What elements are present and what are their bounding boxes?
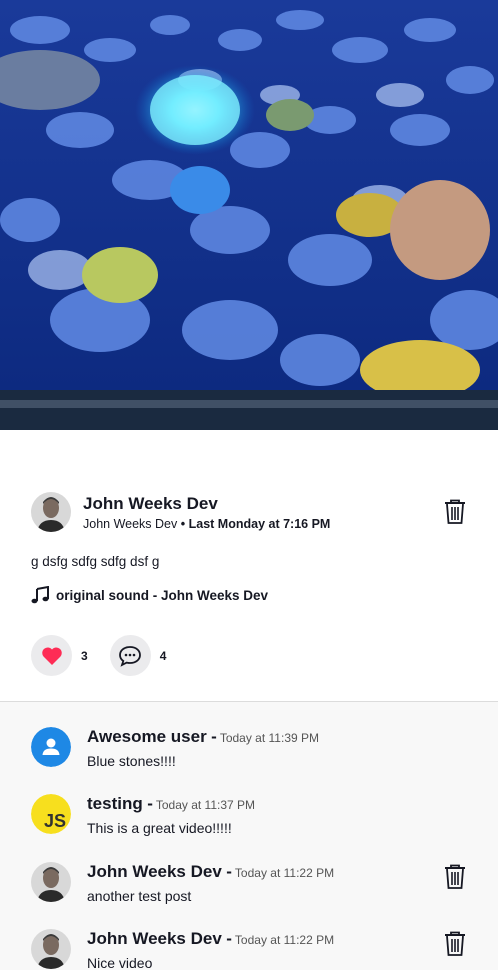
delete-comment-button[interactable] bbox=[444, 864, 466, 890]
comment-item: John Weeks Dev - Today at 11:22 PM Nice v… bbox=[31, 929, 498, 979]
comment-author[interactable]: John Weeks Dev bbox=[87, 862, 222, 881]
delete-post-button[interactable] bbox=[444, 499, 466, 525]
js-logo-avatar[interactable]: JS bbox=[31, 794, 71, 834]
comment-count: 4 bbox=[159, 648, 167, 663]
comment-time: Today at 11:22 PM bbox=[234, 933, 335, 947]
trash-icon bbox=[445, 499, 465, 524]
sound-link[interactable]: original sound - John Weeks Dev bbox=[31, 586, 470, 604]
comments-section: Awesome user - Today at 11:39 PM Blue sto… bbox=[0, 701, 498, 971]
comment-time: Today at 11:37 PM bbox=[155, 798, 256, 812]
post-time: Last Monday at 7:16 PM bbox=[188, 516, 331, 531]
comment-bubble-icon bbox=[119, 645, 142, 667]
comment-text: another test post bbox=[87, 888, 192, 904]
comment-dash: - bbox=[226, 862, 232, 881]
post-caption: g dsfg sdfg sdfg dsf g bbox=[31, 554, 160, 569]
trash-icon bbox=[445, 864, 465, 889]
user-icon bbox=[31, 727, 71, 767]
music-note-icon bbox=[31, 586, 49, 604]
comment-text: This is a great video!!!!! bbox=[87, 820, 232, 836]
author-handle: John Weeks Dev bbox=[83, 516, 178, 531]
comment-time: Today at 11:39 PM bbox=[219, 731, 319, 745]
comment-dash: - bbox=[147, 794, 153, 813]
heart-icon bbox=[41, 646, 62, 665]
author-avatar[interactable] bbox=[31, 492, 71, 532]
comment-dash: - bbox=[226, 929, 232, 948]
author-row: John Weeks Dev John Weeks Dev • Last Mon… bbox=[31, 492, 470, 532]
svg-text:JS: JS bbox=[44, 811, 66, 831]
comment-item: Awesome user - Today at 11:39 PM Blue sto… bbox=[31, 727, 498, 777]
comment-text: Blue stones!!!! bbox=[87, 753, 176, 769]
like-button[interactable] bbox=[31, 635, 72, 676]
js-logo-icon: JS bbox=[31, 794, 71, 834]
post-info: John Weeks Dev John Weeks Dev • Last Mon… bbox=[0, 492, 498, 676]
separator-dot: • bbox=[180, 516, 186, 531]
author-name[interactable]: John Weeks Dev bbox=[83, 494, 330, 514]
like-count: 3 bbox=[81, 648, 88, 663]
comment-avatar[interactable] bbox=[31, 862, 71, 902]
comment-author[interactable]: Awesome user bbox=[87, 727, 207, 746]
delete-comment-button[interactable] bbox=[444, 931, 466, 957]
default-user-avatar[interactable] bbox=[31, 727, 71, 767]
sound-label: original sound - John Weeks Dev bbox=[56, 587, 269, 603]
post-actions: 3 4 bbox=[31, 635, 470, 676]
video-frame bbox=[0, 0, 498, 430]
comment-item: John Weeks Dev - Today at 11:22 PM anothe… bbox=[31, 862, 498, 912]
comment-author[interactable]: John Weeks Dev bbox=[87, 929, 222, 948]
comment-avatar[interactable] bbox=[31, 929, 71, 969]
comment-time: Today at 11:22 PM bbox=[234, 866, 335, 880]
trash-icon bbox=[445, 931, 465, 956]
comment-dash: - bbox=[211, 727, 217, 746]
comment-button[interactable] bbox=[109, 635, 151, 676]
comment-author[interactable]: testing bbox=[87, 794, 143, 813]
comment-item: JS testing - Today at 11:37 PM This is a … bbox=[31, 794, 498, 844]
video-player[interactable] bbox=[0, 0, 498, 430]
